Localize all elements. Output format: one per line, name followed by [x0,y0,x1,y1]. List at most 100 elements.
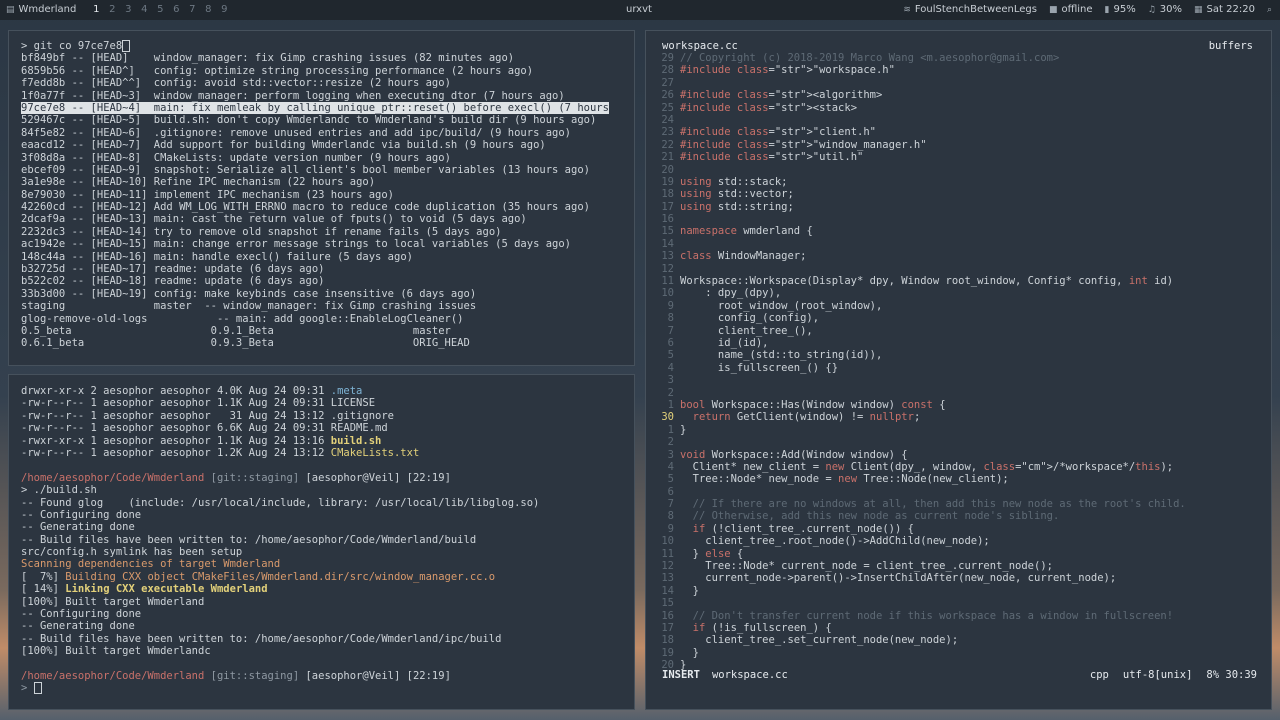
workspace-6[interactable]: 6 [168,0,184,20]
code-line[interactable]: 7 // If there are no windows at all, the… [654,498,1186,510]
shell-input-line[interactable]: > [21,682,539,695]
terminal-editor[interactable]: workspace.cc buffers 29// Copyright (c) … [645,30,1272,710]
battery-indicator[interactable]: ▮ 95% [1105,0,1136,20]
code-line[interactable]: 13 current_node->parent()->InsertChildAf… [654,572,1186,584]
file-name[interactable]: README.md [331,422,388,434]
network-indicator[interactable]: ■ offline [1049,0,1093,20]
prompt-git: [git::staging] [204,471,300,484]
workspace-4[interactable]: 4 [136,0,152,20]
file-name[interactable]: .gitignore [331,410,394,422]
code-line[interactable]: 14 } [654,585,1186,597]
git-log-row[interactable]: 1f0a77f -- [HEAD~3] window_manager: perf… [21,90,609,102]
code-line[interactable]: 1} [654,424,1186,436]
file-name[interactable]: LICENSE [331,397,375,409]
workspace-5[interactable]: 5 [152,0,168,20]
git-log-row[interactable]: f7edd8b -- [HEAD^^] config: avoid std::v… [21,77,609,89]
code-line[interactable]: 30 return GetClient(window) != nullptr; [654,411,1186,423]
terminal-git-log[interactable]: > git co 97ce7e8 bf849bf -- [HEAD] windo… [8,30,635,366]
code-line[interactable]: 15 namespace wmderland { [654,225,1186,237]
code-line[interactable]: 11 } else { [654,548,1186,560]
code-line[interactable]: 17 using std::string; [654,201,1186,213]
code-line[interactable]: 9 root_window_(root_window), [654,300,1186,312]
git-log-row[interactable]: 97ce7e8 -- [HEAD~4] main: fix memleak by… [21,101,609,115]
git-log-row[interactable]: b32725d -- [HEAD~17] readme: update (6 d… [21,263,609,275]
code-line[interactable]: 25 #include class="str"><stack> [654,102,1186,114]
git-log-row[interactable]: ebcef09 -- [HEAD~9] snapshot: Serialize … [21,164,609,176]
code-line[interactable]: 12 [654,263,1186,275]
workspace-8[interactable]: 8 [200,0,216,20]
code-line[interactable]: 17 if (!is_fullscreen_) { [654,622,1186,634]
search-icon[interactable]: ⌕ [1267,0,1272,20]
code-line[interactable]: 1 bool Workspace::Has(Window window) cons… [654,399,1186,411]
git-log-row[interactable]: ac1942e -- [HEAD~15] main: change error … [21,238,609,250]
file-name[interactable]: build.sh [331,435,382,447]
code-line[interactable]: 18 using std::vector; [654,188,1186,200]
code-line[interactable]: 29 // Copyright (c) 2018-2019 Marco Wang … [654,52,1186,64]
code-line[interactable]: 3 [654,374,1186,386]
file-name[interactable]: CMakeLists.txt [331,447,420,459]
workspace-1[interactable]: 1 [88,0,104,20]
code-line[interactable]: 7 client_tree_(), [654,325,1186,337]
code-line[interactable]: 4 is_fullscreen_() {} [654,362,1186,374]
code-line[interactable]: 16 [654,213,1186,225]
code-line[interactable]: 23 #include class="str">"client.h" [654,126,1186,138]
terminal-build[interactable]: drwxr-xr-x 2 aesophor aesophor 4.0K Aug … [8,374,635,710]
code-line[interactable]: 10 : dpy_(dpy), [654,287,1186,299]
code-line[interactable]: 14 [654,238,1186,250]
workspace-3[interactable]: 3 [120,0,136,20]
code-line[interactable]: 5 Tree::Node* new_node = new Tree::Node(… [654,473,1186,485]
volume-indicator[interactable]: ♫ 30% [1148,0,1182,20]
code-line[interactable]: 13 class WindowManager; [654,250,1186,262]
code-line[interactable]: 19 } [654,647,1186,659]
code-line[interactable]: 27 [654,77,1186,89]
code-line[interactable]: 8 config_(config), [654,312,1186,324]
code-line[interactable]: 3 void Workspace::Add(Window window) { [654,449,1186,461]
git-log-row[interactable]: 8e79030 -- [HEAD~11] implement IPC mecha… [21,189,609,201]
code-view[interactable]: 29// Copyright (c) 2018-2019 Marco Wang … [654,52,1186,672]
code-line[interactable]: 12 Tree::Node* current_node = client_tre… [654,560,1186,572]
code-line[interactable]: 22 #include class="str">"window_manager.h… [654,139,1186,151]
git-log-row[interactable]: 84f5e82 -- [HEAD~6] .gitignore: remove u… [21,127,609,139]
workspace-9[interactable]: 9 [216,0,232,20]
code-line[interactable]: 2 [654,436,1186,448]
code-line[interactable]: 20 [654,164,1186,176]
code-line[interactable]: 6 [654,486,1186,498]
code-line[interactable]: 15 [654,597,1186,609]
wifi-indicator[interactable]: ≋ FoulStenchBetweenLegs [903,0,1037,20]
git-log-row[interactable]: 2dcaf9a -- [HEAD~13] main: cast the retu… [21,213,609,225]
code-text: root_window_(root_window), [680,299,883,312]
code-line[interactable]: 9 if (!client_tree_.current_node()) { [654,523,1186,535]
git-log-row[interactable]: eaacd12 -- [HEAD~7] Add support for buil… [21,139,609,151]
git-log-row[interactable]: 148c44a -- [HEAD~16] main: handle execl(… [21,251,609,263]
code-line[interactable]: 26 #include class="str"><algorithm> [654,89,1186,101]
git-log-row[interactable]: 42260cd -- [HEAD~12] Add WM_LOG_WITH_ERR… [21,201,609,213]
git-log-row[interactable]: 6859b56 -- [HEAD^] config: optimize stri… [21,65,609,77]
git-log-row[interactable]: 529467c -- [HEAD~5] build.sh: don't copy… [21,114,609,126]
code-line[interactable]: 4 Client* new_client = new Client(dpy_, … [654,461,1186,473]
code-line[interactable]: 6 id_(id), [654,337,1186,349]
code-line[interactable]: 24 [654,114,1186,126]
git-log-row[interactable]: 3f08d8a -- [HEAD~8] CMakeLists: update v… [21,152,609,164]
workspace-2[interactable]: 2 [104,0,120,20]
editor-tab-filename[interactable]: workspace.cc [662,40,738,52]
code-line[interactable]: 21 #include class="str">"util.h" [654,151,1186,163]
code-line[interactable]: 18 client_tree_.set_current_node(new_nod… [654,634,1186,646]
code-line[interactable]: 16 // Don't transfer current node if thi… [654,610,1186,622]
code-line[interactable]: 10 client_tree_.root_node()->AddChild(ne… [654,535,1186,547]
clock[interactable]: ▦ Sat 22:20 [1194,0,1255,20]
workspace-7[interactable]: 7 [184,0,200,20]
git-log-row[interactable]: 2232dc3 -- [HEAD~14] try to remove old s… [21,226,609,238]
git-log-row[interactable]: bf849bf -- [HEAD] window_manager: fix Gi… [21,52,609,64]
git-log-row[interactable]: 3a1e98e -- [HEAD~10] Refine IPC mechanis… [21,176,609,188]
code-line[interactable]: 11 Workspace::Workspace(Display* dpy, Win… [654,275,1186,287]
commit-message: snapshot: Serialize all client's bool me… [153,163,590,176]
code-line[interactable]: 28 #include class="str">"workspace.h" [654,64,1186,76]
code-line[interactable]: 19 using std::stack; [654,176,1186,188]
file-name[interactable]: .meta [331,385,363,397]
code-line[interactable]: 2 [654,387,1186,399]
git-log-row[interactable]: 33b3d00 -- [HEAD~19] config: make keybin… [21,288,609,300]
code-line[interactable]: 5 name_(std::to_string(id)), [654,349,1186,361]
code-line[interactable]: 8 // Otherwise, add this new node as cur… [654,510,1186,522]
git-log-row[interactable]: b522c02 -- [HEAD~18] readme: update (6 d… [21,275,609,287]
editor-buffers-label[interactable]: buffers [1209,40,1253,52]
